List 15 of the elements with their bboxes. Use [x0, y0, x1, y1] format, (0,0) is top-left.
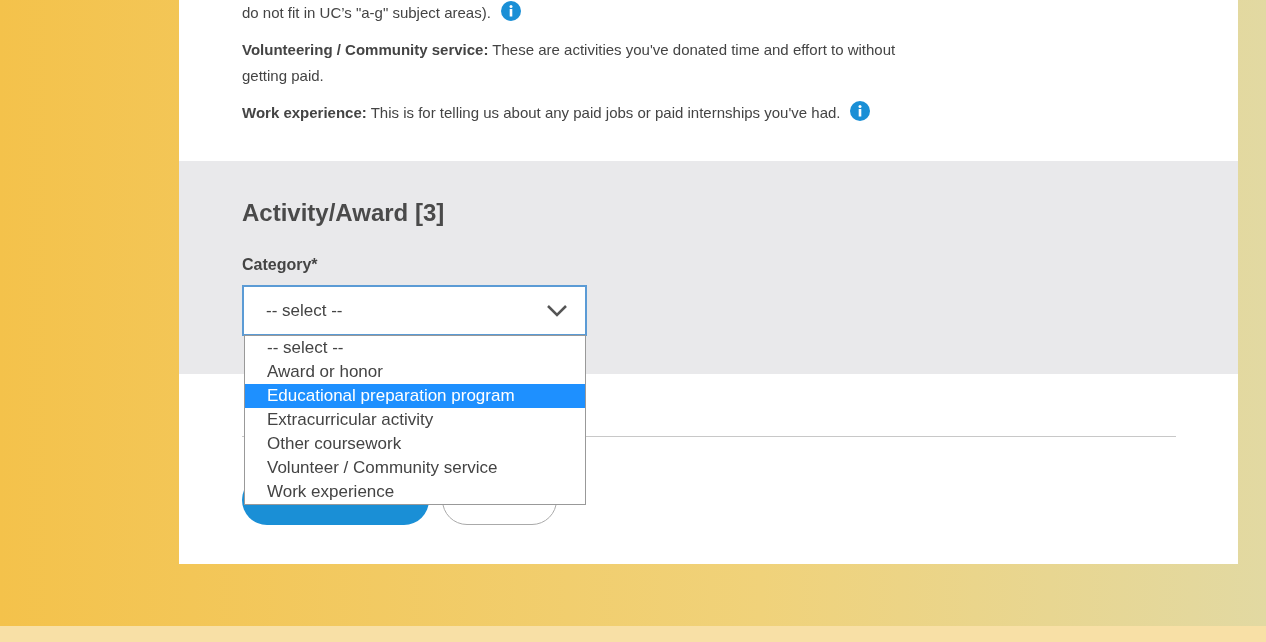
chevron-down-icon — [547, 304, 567, 317]
description-text: do not fit in UC’s "a-g" subject areas). — [242, 4, 491, 21]
dropdown-option[interactable]: Award or honor — [245, 360, 585, 384]
dropdown-option[interactable]: Extracurricular activity — [245, 408, 585, 432]
description-text: Work experience: This is for telling us about any paid jobs or paid internships you've had. — [242, 104, 841, 121]
info-icon[interactable] — [850, 101, 871, 121]
dropdown-option[interactable]: -- select -- — [245, 336, 585, 360]
info-icon[interactable] — [500, 1, 521, 21]
category-select[interactable]: -- select -- — [242, 285, 587, 336]
dropdown-option[interactable]: Volunteer / Community service — [245, 456, 585, 480]
dropdown-option[interactable]: Work experience — [245, 480, 585, 504]
description-text: Volunteering / Community service: These are activities you've donated time and effort to without getting paid. — [242, 41, 896, 84]
dropdown-option[interactable]: Other coursework — [245, 432, 585, 456]
field-label: Category* — [242, 255, 318, 275]
section-title: Activity/Award [3] — [242, 198, 445, 228]
